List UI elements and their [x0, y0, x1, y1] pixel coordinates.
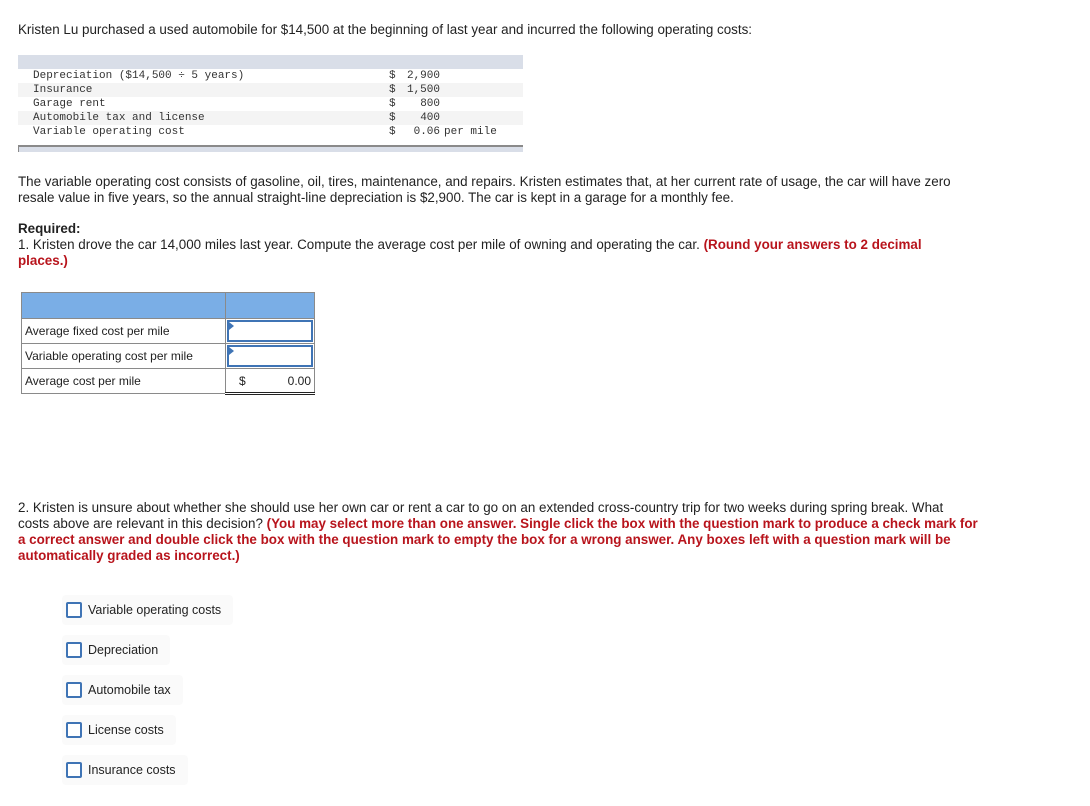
checkbox[interactable] — [66, 762, 82, 778]
cost-label: Depreciation ($14,500 ÷ 5 years) — [33, 70, 245, 82]
average-fixed-cost-input-wrapper — [227, 320, 313, 342]
cost-currency: $ — [389, 98, 396, 110]
cost-row-garage-rent: Garage rent $ 800 — [18, 97, 523, 111]
cost-table-footer — [18, 145, 523, 152]
required-heading: Required: — [18, 221, 81, 236]
question-1-text: 1. Kristen drove the car 14,000 miles la… — [18, 237, 700, 252]
option-label: License costs — [88, 723, 164, 737]
cost-currency: $ — [389, 126, 396, 138]
option-label: Variable operating costs — [88, 603, 222, 617]
cost-row-insurance: Insurance $ 1,500 — [18, 83, 523, 97]
answer-cell — [225, 318, 315, 344]
option-insurance-costs[interactable]: Insurance costs — [62, 755, 188, 785]
cost-amount: 1,500 — [406, 84, 440, 96]
input-marker-icon — [229, 322, 234, 330]
cost-label: Insurance — [33, 84, 93, 96]
row-label: Average fixed cost per mile — [21, 318, 226, 344]
cost-row-variable: Variable operating cost $ 0.06 per mile — [18, 125, 523, 139]
header-cell-value — [225, 292, 315, 319]
option-automobile-tax[interactable]: Automobile tax — [62, 675, 183, 705]
answer-row-total: Average cost per mile $ 0.00 — [21, 368, 315, 395]
total-currency: $ — [239, 374, 246, 388]
cost-currency: $ — [389, 84, 396, 96]
average-cost-total: $ 0.00 — [225, 368, 315, 395]
cost-label: Garage rent — [33, 98, 106, 110]
cost-row-tax-license: Automobile tax and license $ 400 — [18, 111, 523, 125]
answer-row-variable-cost: Variable operating cost per mile — [21, 343, 315, 369]
answer-row-fixed-cost: Average fixed cost per mile — [21, 318, 315, 344]
option-label: Automobile tax — [88, 683, 171, 697]
header-cell-label — [21, 292, 226, 319]
question-2: 2. Kristen is unsure about whether she s… — [18, 500, 978, 564]
input-marker-icon — [229, 347, 234, 355]
option-depreciation[interactable]: Depreciation — [62, 635, 171, 665]
cost-unit: per mile — [444, 126, 497, 138]
cost-label: Automobile tax and license — [33, 112, 205, 124]
row-label: Average cost per mile — [21, 368, 226, 394]
problem-description: The variable operating cost consists of … — [18, 174, 951, 205]
average-fixed-cost-input[interactable] — [229, 322, 311, 340]
checkbox[interactable] — [66, 722, 82, 738]
answer-cell — [225, 343, 315, 369]
cost-row-depreciation: Depreciation ($14,500 ÷ 5 years) $ 2,900 — [18, 69, 523, 83]
option-license-costs[interactable]: License costs — [62, 715, 176, 745]
answer-table-header — [21, 292, 315, 319]
question-1: 1. Kristen drove the car 14,000 miles la… — [18, 237, 938, 269]
variable-operating-cost-input[interactable] — [229, 347, 311, 365]
option-label: Insurance costs — [88, 763, 176, 777]
cost-amount: 800 — [420, 98, 440, 110]
cost-currency: $ — [389, 112, 396, 124]
operating-costs-table: Depreciation ($14,500 ÷ 5 years) $ 2,900… — [18, 55, 523, 152]
row-label: Variable operating cost per mile — [21, 343, 226, 369]
cost-amount: 2,900 — [406, 70, 440, 82]
checkbox[interactable] — [66, 642, 82, 658]
problem-intro: Kristen Lu purchased a used automobile f… — [18, 22, 752, 37]
cost-amount: 0.06 — [413, 126, 440, 138]
variable-cost-input-wrapper — [227, 345, 313, 367]
cost-amount: 400 — [420, 112, 440, 124]
checkbox[interactable] — [66, 682, 82, 698]
answer-table: Average fixed cost per mile Variable ope… — [21, 292, 315, 395]
cost-table-header — [18, 55, 523, 69]
option-label: Depreciation — [88, 643, 159, 657]
option-variable-operating-costs[interactable]: Variable operating costs — [62, 595, 234, 625]
total-value: 0.00 — [287, 374, 311, 388]
cost-label: Variable operating cost — [33, 126, 185, 138]
checkbox[interactable] — [66, 602, 82, 618]
cost-currency: $ — [389, 70, 396, 82]
